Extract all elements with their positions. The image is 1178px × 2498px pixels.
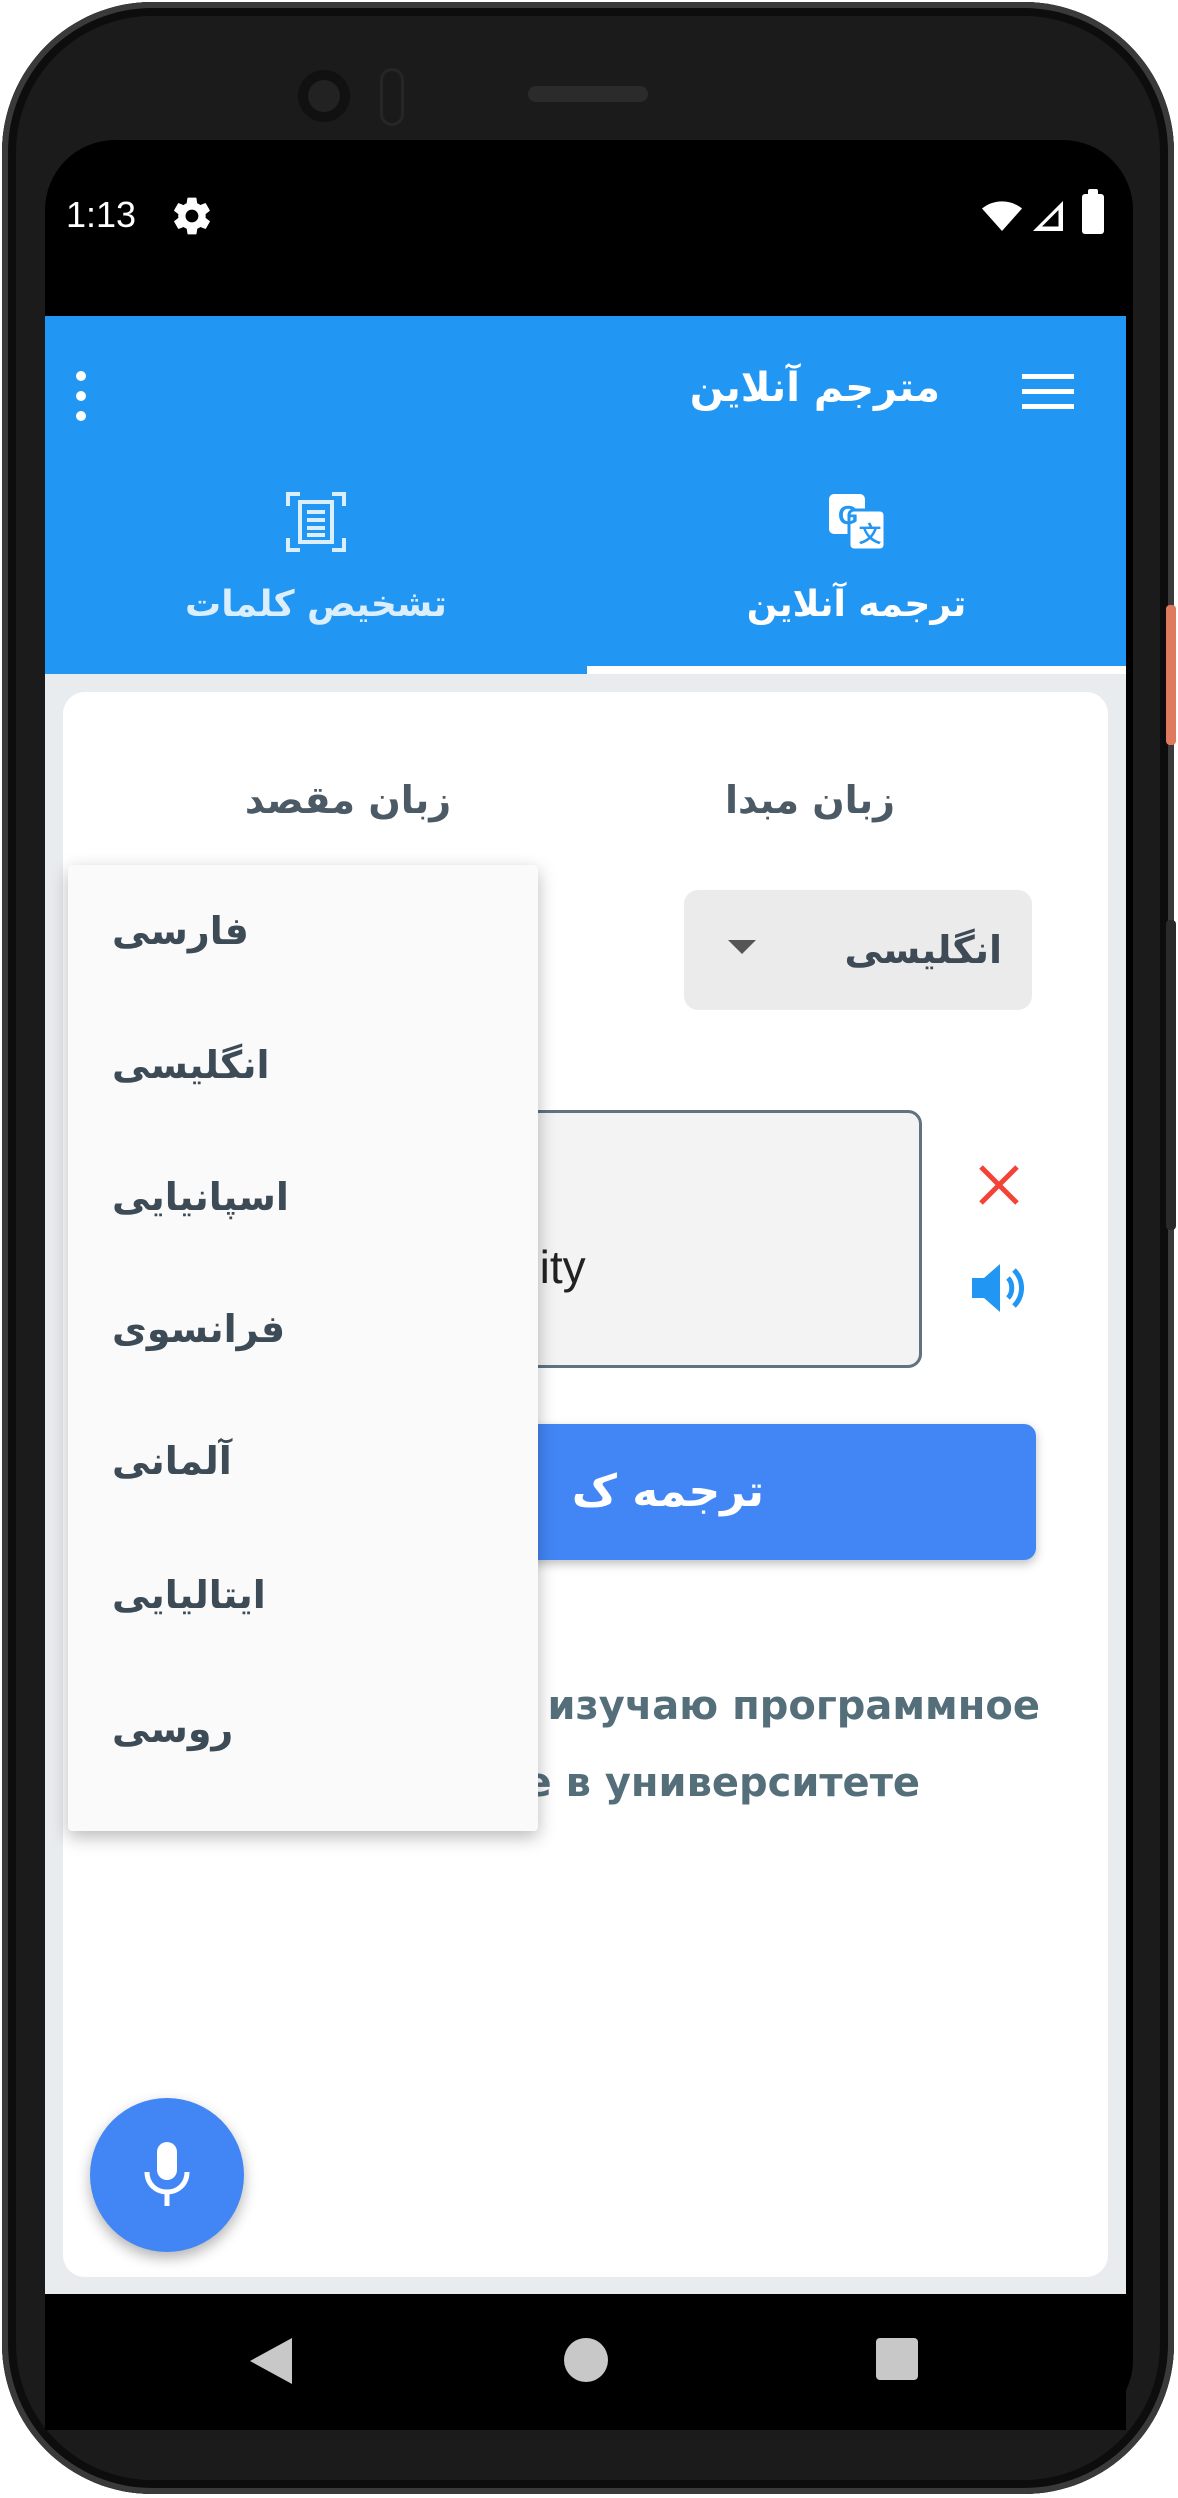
menu-item-label: فارسی [112,909,249,953]
earpiece-speaker [528,86,648,102]
more-vert-icon[interactable] [66,368,96,424]
tab-online-translation-label: ترجمه آنلاین [746,584,967,625]
menu-item-russian[interactable]: روسی [68,1663,538,1795]
translate-icon: G 文 [828,494,886,552]
menu-item-label: انگلیسی [112,1043,270,1087]
target-language-label: زبان مقصد [244,778,452,822]
dropdown-arrow-icon [728,940,756,954]
mic-icon [144,2142,190,2206]
tab-indicator [587,666,1126,674]
menu-item-label: اسپانیایی [112,1175,289,1219]
source-language-value: انگلیسی [844,928,1002,972]
recents-icon[interactable] [876,2338,918,2380]
source-language-select[interactable]: انگلیسی [684,890,1032,1010]
menu-icon[interactable] [1022,372,1074,412]
menu-item-persian[interactable]: فارسی [68,865,538,997]
tab-text-recognition[interactable]: تشخیص کلمات [45,470,587,670]
battery-icon [1082,189,1104,234]
menu-item-spanish[interactable]: اسپانیایی [68,1131,538,1263]
menu-item-italian[interactable]: ایتالیایی [68,1529,538,1661]
proximity-sensor [380,68,404,126]
wifi-icon [982,201,1022,231]
mic-button[interactable] [90,2098,244,2252]
power-button [1166,605,1176,745]
gear-icon [174,197,210,235]
tab-text-recognition-label: تشخیص کلمات [185,584,447,625]
close-icon[interactable] [976,1162,1022,1208]
menu-item-english[interactable]: انگلیسی [68,999,538,1131]
front-camera [298,70,350,122]
menu-item-label: فرانسوی [112,1307,286,1351]
signal-icon [1033,201,1063,231]
volume-button [1166,920,1176,1230]
text-scan-icon [286,492,346,552]
back-icon[interactable] [248,2336,294,2386]
menu-item-label: آلمانی [112,1439,232,1483]
menu-item-label: ایتالیایی [112,1573,266,1617]
status-time: 1:13 [66,194,137,235]
home-icon[interactable] [564,2338,608,2382]
menu-item-german[interactable]: آلمانی [68,1395,538,1527]
svg-text:G: G [838,500,858,530]
menu-item-label: روسی [112,1707,234,1751]
source-language-label: زبان مبدا [724,778,896,822]
svg-text:文: 文 [859,522,882,547]
app-title: مترجم آنلاین [689,365,940,411]
volume-up-icon[interactable] [970,1260,1028,1316]
menu-item-french[interactable]: فرانسوی [68,1263,538,1395]
tab-online-translation[interactable]: G 文 ترجمه آنلاین [587,470,1126,670]
target-language-menu: فارسی انگلیسی اسپانیایی فرانسوی آلمانی ا… [68,865,538,1831]
